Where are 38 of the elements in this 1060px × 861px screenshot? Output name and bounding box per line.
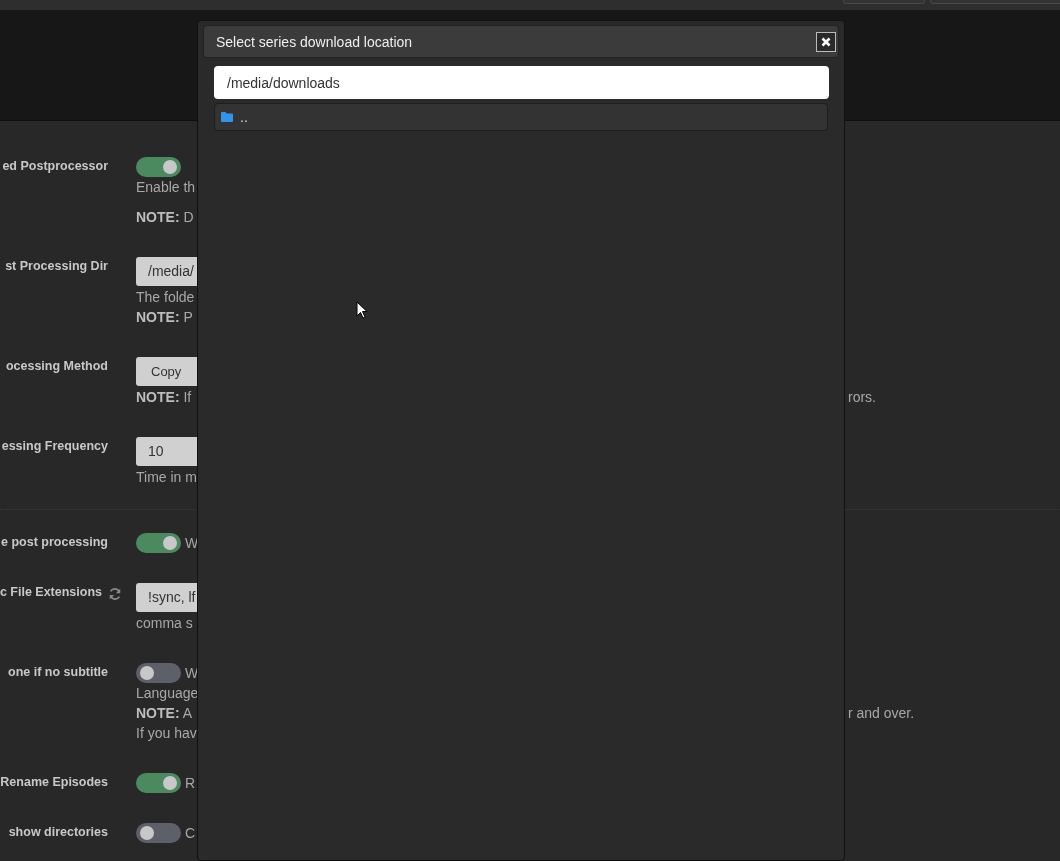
toggle-text: R: [185, 774, 196, 793]
description-text: NOTE: D: [136, 208, 194, 227]
setting-label: st Processing Dir: [5, 259, 108, 273]
path-field[interactable]: /media/downloads: [214, 66, 829, 99]
toggle-switch[interactable]: [136, 773, 181, 793]
description-text: comma s: [136, 614, 193, 633]
setting-label: e post processing: [1, 535, 108, 549]
close-icon: [821, 36, 831, 47]
setting-label: show directories: [8, 825, 108, 839]
setting-label: ocessing Method: [5, 359, 108, 373]
setting-label: ed Postprocessor: [2, 159, 108, 173]
toggle-switch[interactable]: [136, 157, 181, 177]
toggle-switch[interactable]: [136, 663, 181, 683]
toggle-text: C: [185, 824, 196, 843]
folder-entry[interactable]: ..: [214, 103, 828, 131]
description-text: Time in m: [136, 468, 197, 487]
description-text: Language: [136, 684, 199, 703]
description-text: Enable th: [136, 178, 196, 197]
folder-icon: [221, 112, 233, 122]
description-text: NOTE: A: [136, 704, 193, 723]
description-text: The folde: [136, 288, 195, 307]
cursor-icon: [356, 301, 368, 319]
refresh-icon[interactable]: [108, 587, 122, 601]
toggle-switch[interactable]: [136, 533, 181, 553]
setting-label: one if no subtitle: [8, 665, 108, 679]
description-text: r and over.: [848, 704, 915, 723]
close-button[interactable]: [816, 31, 836, 52]
toggle-text: W: [185, 664, 199, 683]
description-text: NOTE: P: [136, 308, 193, 327]
setting-label: essing Frequency: [1, 439, 108, 453]
description-text: If you hav: [136, 724, 197, 743]
setting-label: c File Extensions: [0, 585, 102, 599]
toggle-text: W: [185, 534, 199, 553]
toggle-switch[interactable]: [136, 823, 181, 843]
description-text: rors.: [848, 388, 876, 407]
setting-label: Rename Episodes: [0, 775, 108, 789]
description-text: NOTE: If: [136, 388, 192, 407]
dialog-title: Select series download location: [216, 33, 413, 50]
